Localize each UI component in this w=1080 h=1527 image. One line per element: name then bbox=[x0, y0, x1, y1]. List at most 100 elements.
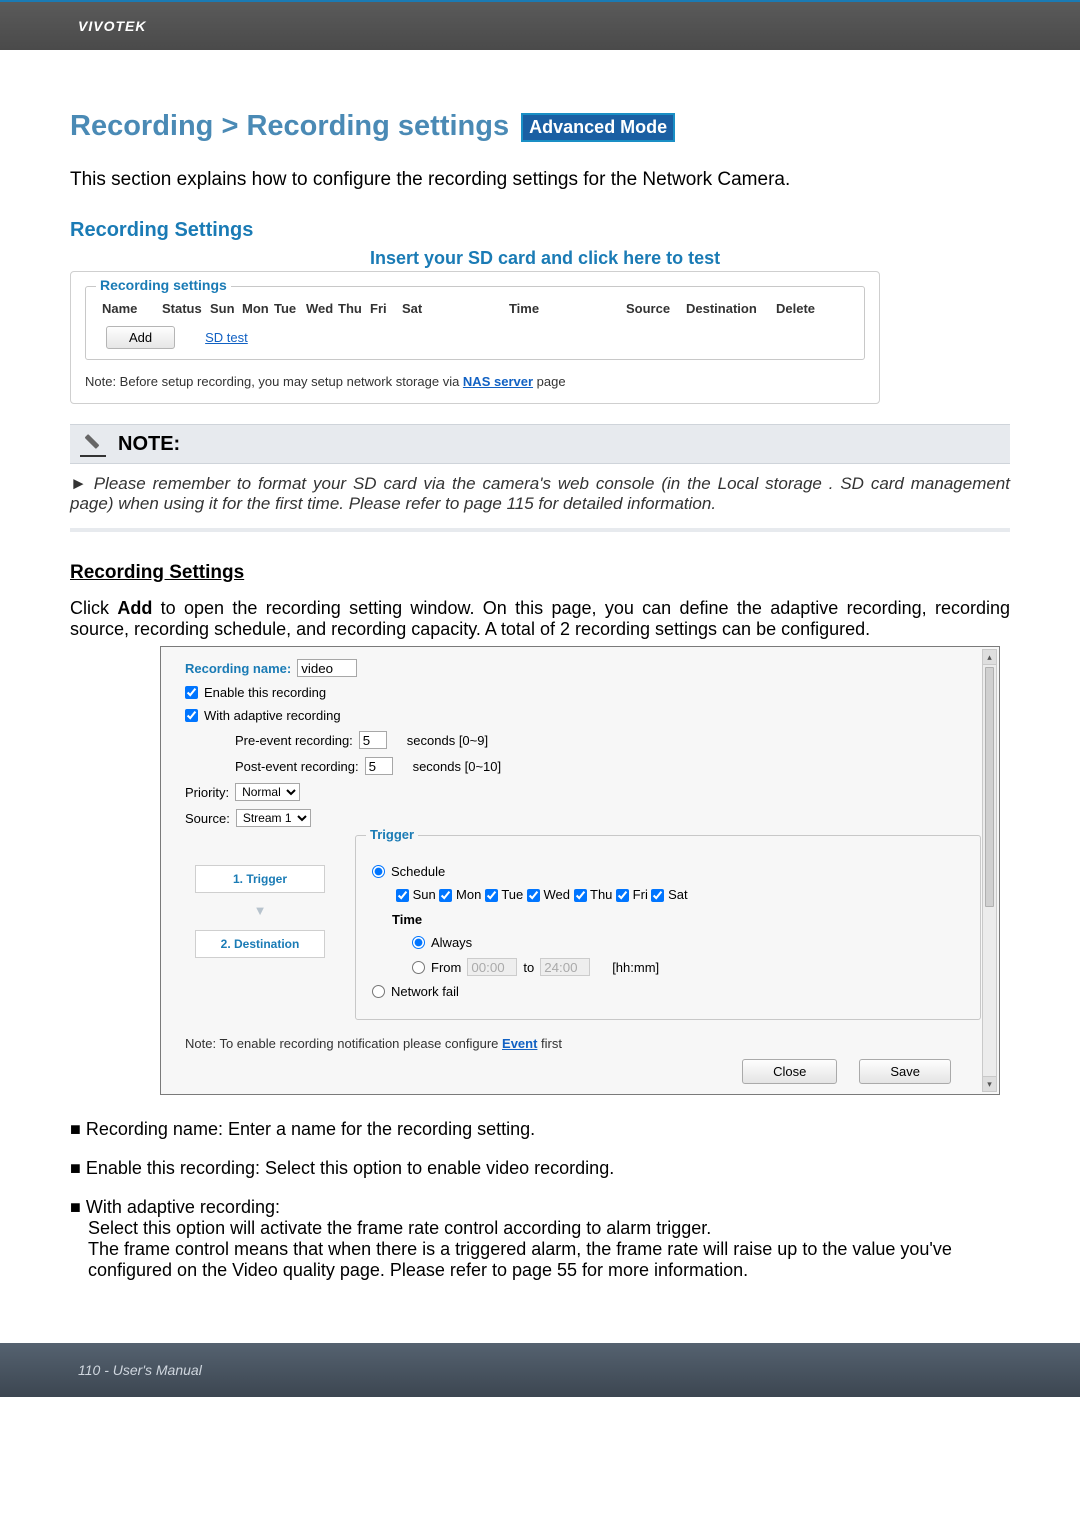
recording-settings-desc: Click Add to open the recording setting … bbox=[70, 598, 1010, 640]
fieldset-legend: Recording settings bbox=[96, 277, 231, 293]
close-button[interactable]: Close bbox=[742, 1059, 837, 1084]
title-text: Recording > Recording settings bbox=[70, 110, 509, 142]
bullet-3-line2: The frame control means that when there … bbox=[88, 1239, 1010, 1281]
recording-table-header: Name Status Sun Mon Tue Wed Thu Fri Sat … bbox=[96, 301, 854, 316]
schedule-radio[interactable] bbox=[372, 865, 385, 878]
scroll-thumb[interactable] bbox=[985, 667, 994, 907]
from-label: From bbox=[431, 960, 461, 975]
col-thu: Thu bbox=[332, 301, 364, 316]
recording-form-panel: ▴ ▾ Recording name: Enable this recordin… bbox=[160, 646, 1000, 1095]
day-tue: Tue bbox=[501, 887, 523, 902]
time-label: Time bbox=[392, 912, 964, 927]
source-select[interactable]: Stream 1 bbox=[236, 809, 311, 827]
post-event-label: Post-event recording: bbox=[235, 759, 359, 774]
day-tue-checkbox[interactable] bbox=[485, 889, 498, 902]
col-sun: Sun bbox=[204, 301, 236, 316]
nas-note: Note: Before setup recording, you may se… bbox=[85, 374, 865, 389]
col-fri: Fri bbox=[364, 301, 396, 316]
pre-event-hint: seconds [0~9] bbox=[407, 733, 488, 748]
day-mon-checkbox[interactable] bbox=[439, 889, 452, 902]
col-delete: Delete bbox=[770, 301, 820, 316]
header-bar: VIVOTEK bbox=[0, 0, 1080, 50]
col-tue: Tue bbox=[268, 301, 300, 316]
step-trigger[interactable]: 1. Trigger bbox=[195, 865, 325, 893]
advanced-mode-badge: Advanced Mode bbox=[521, 113, 675, 142]
network-fail-radio[interactable] bbox=[372, 985, 385, 998]
event-note-prefix: Note: To enable recording notification p… bbox=[185, 1036, 502, 1051]
trigger-fieldset: Trigger Schedule Sun Mon Tue Wed Thu Fri… bbox=[355, 835, 981, 1020]
from-radio[interactable] bbox=[412, 961, 425, 974]
schedule-label: Schedule bbox=[391, 864, 445, 879]
page-content: Recording > Recording settings Advanced … bbox=[0, 50, 1080, 1319]
recording-name-label: Recording name: bbox=[185, 661, 291, 676]
pre-event-input[interactable] bbox=[359, 731, 387, 749]
save-button[interactable]: Save bbox=[859, 1059, 951, 1084]
rs-desc-prefix: Click bbox=[70, 598, 117, 618]
bullet-recording-name: ■ Recording name: Enter a name for the r… bbox=[70, 1119, 1010, 1140]
footer-text: 110 - User's Manual bbox=[78, 1362, 202, 1378]
bullet-3-head: With adaptive recording: bbox=[86, 1197, 280, 1217]
nas-note-prefix: Note: Before setup recording, you may se… bbox=[85, 374, 463, 389]
day-wed-checkbox[interactable] bbox=[527, 889, 540, 902]
recording-name-input[interactable] bbox=[297, 659, 357, 677]
bullets-section: ■ Recording name: Enter a name for the r… bbox=[70, 1119, 1010, 1281]
day-wed: Wed bbox=[544, 887, 571, 902]
rs-desc-suffix: to open the recording setting window. On… bbox=[70, 598, 1010, 639]
col-source: Source bbox=[620, 301, 680, 316]
days-row: Sun Mon Tue Wed Thu Fri Sat bbox=[396, 887, 964, 902]
recording-settings-heading: Recording Settings bbox=[70, 562, 1010, 584]
day-fri-checkbox[interactable] bbox=[616, 889, 629, 902]
event-note-suffix: first bbox=[537, 1036, 562, 1051]
sd-insert-hint: Insert your SD card and click here to te… bbox=[370, 248, 1010, 269]
scroll-down-icon[interactable]: ▾ bbox=[983, 1076, 996, 1091]
source-label: Source: bbox=[185, 811, 230, 826]
adaptive-recording-label: With adaptive recording bbox=[204, 708, 341, 723]
hhmm-hint: [hh:mm] bbox=[612, 960, 659, 975]
bullet-1-text: Recording name: Enter a name for the rec… bbox=[86, 1119, 535, 1139]
always-radio[interactable] bbox=[412, 936, 425, 949]
page-title: Recording > Recording settings Advanced … bbox=[70, 110, 1010, 143]
bullet-adaptive: ■ With adaptive recording: Select this o… bbox=[70, 1197, 1010, 1281]
post-event-input[interactable] bbox=[365, 757, 393, 775]
pencil-icon bbox=[80, 431, 106, 457]
enable-recording-label: Enable this recording bbox=[204, 685, 326, 700]
day-fri: Fri bbox=[633, 887, 648, 902]
scroll-up-icon[interactable]: ▴ bbox=[983, 650, 996, 665]
col-time: Time bbox=[428, 301, 620, 316]
footer-bar: 110 - User's Manual bbox=[0, 1343, 1080, 1397]
from-time-input[interactable] bbox=[467, 958, 517, 976]
col-status: Status bbox=[156, 301, 204, 316]
step-arrow-icon: ▼ bbox=[185, 903, 335, 918]
post-event-hint: seconds [0~10] bbox=[413, 759, 502, 774]
bullet-enable-recording: ■ Enable this recording: Select this opt… bbox=[70, 1158, 1010, 1179]
add-button[interactable]: Add bbox=[106, 326, 175, 349]
day-thu: Thu bbox=[590, 887, 612, 902]
event-note: Note: To enable recording notification p… bbox=[185, 1036, 981, 1051]
enable-recording-checkbox[interactable] bbox=[185, 686, 198, 699]
col-wed: Wed bbox=[300, 301, 332, 316]
nas-server-link[interactable]: NAS server bbox=[463, 374, 533, 389]
trigger-legend: Trigger bbox=[366, 827, 418, 842]
nas-note-suffix: page bbox=[533, 374, 566, 389]
day-thu-checkbox[interactable] bbox=[574, 889, 587, 902]
event-link[interactable]: Event bbox=[502, 1036, 537, 1051]
adaptive-recording-checkbox[interactable] bbox=[185, 709, 198, 722]
step-destination[interactable]: 2. Destination bbox=[195, 930, 325, 958]
rs-desc-add: Add bbox=[117, 598, 152, 618]
col-name: Name bbox=[96, 301, 156, 316]
day-sat-checkbox[interactable] bbox=[651, 889, 664, 902]
bullet-2-text: Enable this recording: Select this optio… bbox=[86, 1158, 614, 1178]
to-time-input[interactable] bbox=[540, 958, 590, 976]
scrollbar[interactable]: ▴ ▾ bbox=[982, 649, 997, 1092]
day-sun: Sun bbox=[413, 887, 436, 902]
arrow-icon: ► bbox=[70, 474, 87, 493]
col-sat: Sat bbox=[396, 301, 428, 316]
note-box-header: NOTE: bbox=[70, 424, 1010, 464]
note-body: ► Please remember to format your SD card… bbox=[70, 474, 1010, 532]
priority-select[interactable]: Normal bbox=[235, 783, 300, 801]
bullet-3-line1: Select this option will activate the fra… bbox=[88, 1218, 1010, 1239]
day-sun-checkbox[interactable] bbox=[396, 889, 409, 902]
recording-settings-fieldset: Recording settings Name Status Sun Mon T… bbox=[85, 286, 865, 360]
sd-test-link[interactable]: SD test bbox=[205, 330, 248, 345]
intro-text: This section explains how to configure t… bbox=[70, 169, 1010, 191]
